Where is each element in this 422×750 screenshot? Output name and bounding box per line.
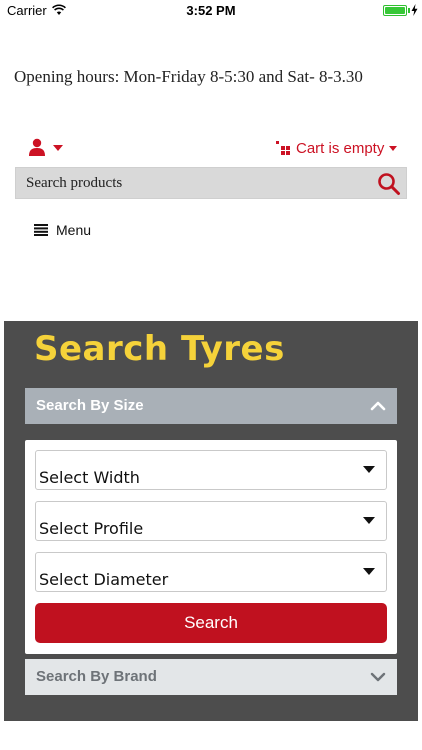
- select-diameter[interactable]: Select Diameter: [35, 552, 387, 592]
- search-by-size-header[interactable]: Search By Size: [25, 388, 397, 424]
- search-input[interactable]: [26, 168, 356, 198]
- chevron-down-icon: [53, 145, 63, 151]
- hamburger-icon: [34, 224, 48, 236]
- search-by-size-label: Search By Size: [36, 397, 144, 414]
- opening-hours: Opening hours: Mon-Friday 8-5:30 and Sat…: [14, 67, 363, 86]
- select-diameter-value: Select Diameter: [39, 570, 169, 589]
- search-bar: [15, 167, 407, 199]
- panel-title: Search Tyres: [34, 329, 285, 369]
- charging-bolt-icon: [411, 4, 418, 16]
- account-menu[interactable]: [28, 138, 68, 158]
- select-profile-value: Select Profile: [39, 519, 144, 538]
- status-bar: Carrier 3:52 PM: [0, 0, 422, 22]
- cart-button[interactable]: Cart is empty: [276, 138, 398, 158]
- status-time: 3:52 PM: [186, 3, 236, 18]
- menu-button[interactable]: Menu: [34, 222, 91, 238]
- cart-label: Cart is empty: [296, 139, 385, 157]
- search-by-brand-header[interactable]: Search By Brand: [25, 659, 397, 695]
- dropdown-arrow-icon: [363, 568, 375, 575]
- tyre-search-panel: Search Tyres Search By Size Select Width…: [4, 321, 418, 721]
- battery-icon: [383, 5, 407, 16]
- dropdown-arrow-icon: [363, 466, 375, 473]
- chevron-down-icon: [370, 672, 386, 682]
- chevron-down-icon: [389, 145, 398, 151]
- dropdown-arrow-icon: [363, 517, 375, 524]
- search-tyres-button[interactable]: Search: [35, 603, 387, 643]
- select-width-value: Select Width: [39, 468, 140, 487]
- menu-label: Menu: [56, 222, 92, 238]
- select-profile[interactable]: Select Profile: [35, 501, 387, 541]
- battery-tip: [408, 8, 410, 13]
- search-icon[interactable]: [376, 171, 402, 197]
- select-width[interactable]: Select Width: [35, 450, 387, 490]
- chevron-up-icon: [370, 401, 386, 411]
- cart-icon: [276, 141, 290, 155]
- search-by-size-body: Select Width Select Profile Select Diame…: [25, 440, 397, 654]
- user-icon: [29, 138, 45, 156]
- search-by-brand-label: Search By Brand: [36, 668, 157, 685]
